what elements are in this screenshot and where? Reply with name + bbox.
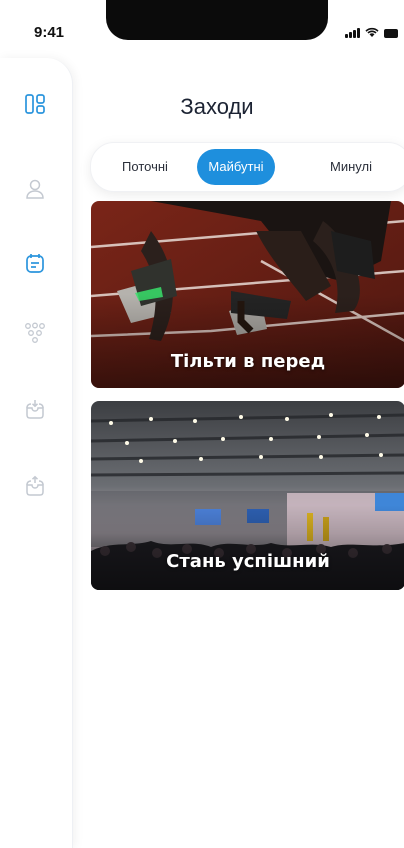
wifi-icon: [365, 27, 379, 37]
sidebar-item-inbox-in[interactable]: [22, 396, 48, 422]
tab-past[interactable]: Минулі: [313, 149, 389, 185]
event-title: Стань успішний: [166, 551, 330, 572]
event-title: Тільти в перед: [170, 351, 326, 372]
user-icon: [26, 179, 44, 199]
event-card[interactable]: Стань успішний: [91, 401, 404, 590]
tab-current[interactable]: Поточні: [105, 149, 185, 185]
event-card[interactable]: Тільти в перед: [91, 201, 404, 388]
group-icon: [25, 322, 45, 343]
sidebar-item-groups[interactable]: [22, 320, 48, 346]
inbox-upload-icon: [26, 475, 44, 496]
tab-upcoming[interactable]: Майбутні: [197, 149, 275, 185]
event-tabs: Поточні Майбутні Минулі: [90, 142, 404, 192]
status-time: 9:41: [34, 24, 65, 41]
page-title: Заходи: [180, 94, 254, 119]
sidebar-item-profile[interactable]: [22, 176, 48, 202]
sidebar-item-events[interactable]: [22, 250, 48, 276]
calendar-icon: [26, 254, 44, 273]
status-icons: [345, 27, 398, 38]
inbox-download-icon: [26, 400, 44, 419]
sidebar-item-inbox-out[interactable]: [22, 473, 48, 499]
battery-icon: [384, 29, 398, 38]
device-notch: [106, 0, 328, 40]
sidebar: [0, 58, 73, 848]
signal-icon: [345, 27, 360, 38]
